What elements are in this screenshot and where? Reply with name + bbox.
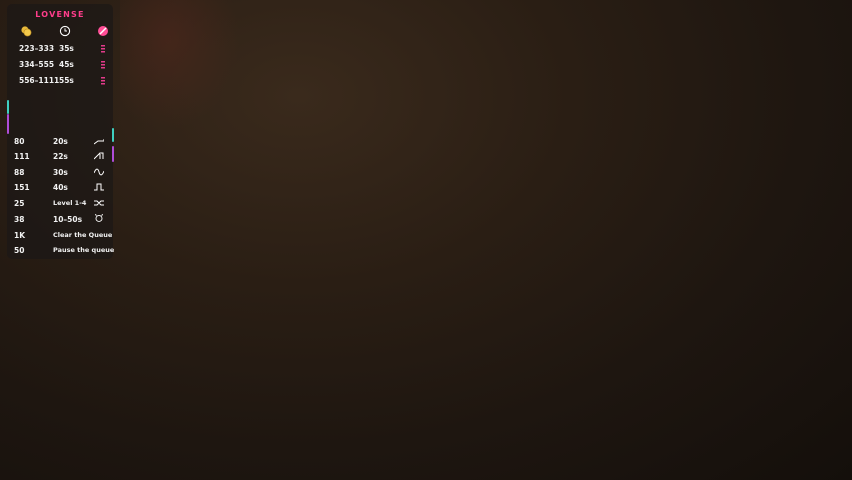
- range-duration: 45s: [59, 60, 74, 69]
- coin-icon: [21, 26, 32, 37]
- pattern-label: Pause the queue: [53, 246, 115, 254]
- pulse-icon: [94, 183, 104, 191]
- accent-strip-purple: [112, 146, 114, 162]
- accent-strip-teal: [112, 128, 114, 142]
- range-tokens: 556–1111: [19, 76, 60, 85]
- level-bars-icon: [101, 61, 105, 69]
- range-duration: 35s: [59, 44, 74, 53]
- level-bars-icon: [101, 77, 105, 85]
- surprise-icon: [95, 214, 103, 222]
- wave-icon: [94, 168, 104, 176]
- range-tokens: 223–333: [19, 44, 55, 53]
- pattern-label: 20s: [53, 137, 68, 146]
- pattern-label: 10–50s: [53, 215, 83, 224]
- pattern-label: 30s: [53, 168, 68, 177]
- pattern-tokens: 111: [14, 152, 30, 161]
- clock-icon: [59, 25, 71, 37]
- lovense-logo: LOVENSE: [35, 10, 85, 19]
- pattern-tokens: 151: [14, 183, 30, 192]
- pattern-label: Clear the Queue: [53, 231, 113, 239]
- ban-icon: [98, 26, 108, 36]
- level-bars-icon: [101, 45, 105, 53]
- sawtooth-icon: [94, 152, 104, 160]
- pattern-label: Level 1-4: [53, 199, 87, 207]
- accent-strip-teal: [7, 100, 9, 114]
- pattern-label: 22s: [53, 152, 68, 161]
- ramp-icon: [94, 139, 104, 145]
- pattern-tokens: 38: [14, 215, 25, 224]
- lovense-tip-menu-panel: LOVENSE 223–333 35s 334–555 45s 556–1111…: [7, 4, 115, 259]
- range-tokens: 334–555: [19, 60, 55, 69]
- pattern-tokens: 80: [14, 137, 25, 146]
- pattern-tokens: 50: [14, 246, 25, 255]
- accent-strip-purple: [7, 114, 9, 134]
- pattern-tokens: 1K: [14, 231, 26, 240]
- random-icon: [94, 200, 104, 206]
- range-duration: 55s: [59, 76, 74, 85]
- pattern-label: 40s: [53, 183, 68, 192]
- background-glow: [120, 0, 240, 130]
- pattern-tokens: 88: [14, 168, 25, 177]
- pattern-tokens: 25: [14, 199, 25, 208]
